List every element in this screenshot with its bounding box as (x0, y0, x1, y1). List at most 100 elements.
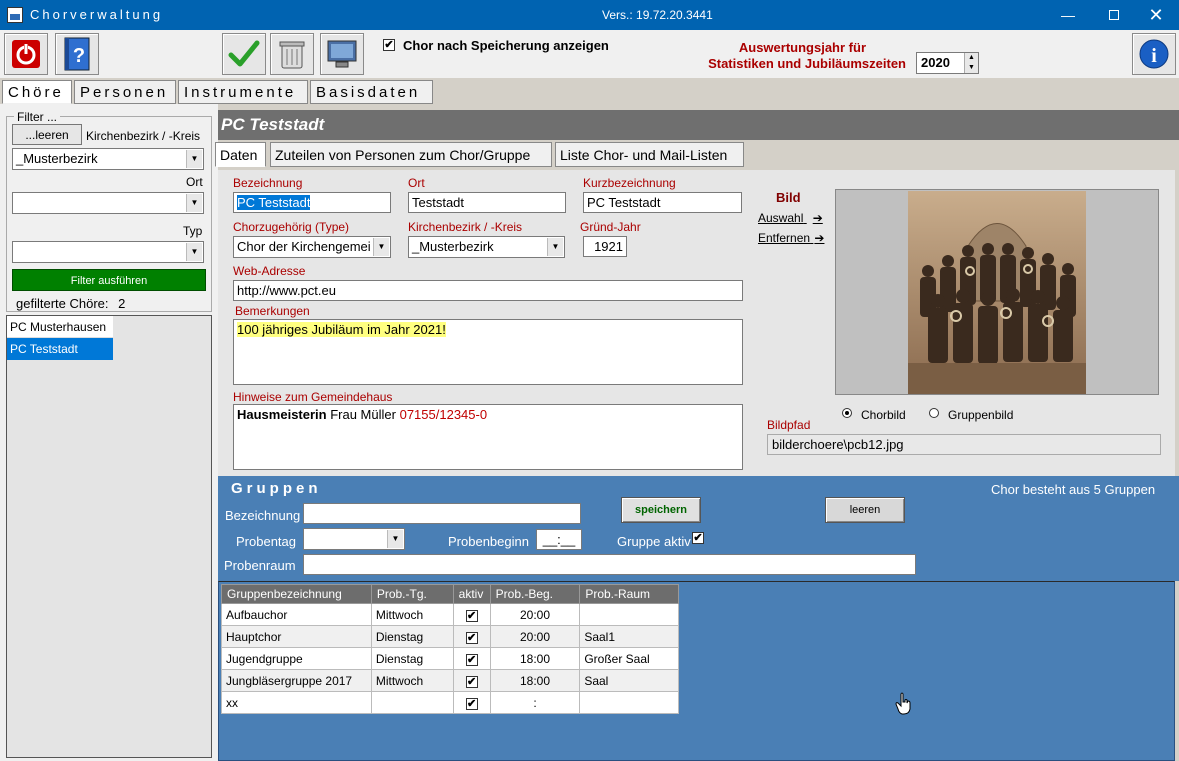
gruppe-save-button[interactable]: speichern (621, 497, 701, 523)
ort-filter-select[interactable]: ▼ (12, 192, 204, 214)
tab-basisdaten[interactable]: Basisdaten (310, 80, 433, 104)
info-button[interactable]: i (1132, 33, 1176, 75)
run-filter-button[interactable]: Filter ausführen (12, 269, 206, 291)
kirchenbezirk-filter-label: Kirchenbezirk / -Kreis (86, 129, 201, 143)
tab-zuteilen[interactable]: Zuteilen von Personen zum Chor/Gruppe (270, 142, 552, 167)
col-aktiv[interactable]: aktiv (452, 584, 491, 604)
col-probentag[interactable]: Prob.-Tg. (370, 584, 454, 604)
table-row[interactable]: Hauptchor Dienstag ✔ 20:00 Saal1 (221, 625, 679, 648)
list-item-selected[interactable]: PC Teststadt (7, 338, 113, 360)
gruppe-aktiv-checkbox[interactable]: ✔ (692, 532, 704, 544)
cell-gruppenbezeichnung[interactable]: Jugendgruppe (221, 647, 372, 670)
bemerkungen-field[interactable]: 100 jähriges Jubiläum im Jahr 2021! (233, 319, 743, 385)
chevron-down-icon: ▼ (373, 238, 389, 256)
probenbeginn-input[interactable]: __:__ (536, 529, 582, 550)
col-probenbeginn[interactable]: Prob.-Beg. (489, 584, 581, 604)
evaluation-year-spinner[interactable]: 2020 ▲ ▼ (916, 52, 979, 74)
close-icon: ✕ (1148, 4, 1164, 25)
aktiv-checkbox[interactable]: ✔ (465, 697, 478, 710)
table-row[interactable]: Aufbauchor Mittwoch ✔ 20:00 (221, 603, 679, 626)
cell-gruppenbezeichnung[interactable]: Hauptchor (221, 625, 372, 648)
bild-entfernen-text: Entfernen (758, 231, 811, 245)
cell-probenbeginn[interactable]: : (489, 691, 581, 714)
close-window-button[interactable]: ✕ (1133, 0, 1179, 30)
delete-button[interactable] (270, 33, 314, 75)
cell-probentag[interactable]: Mittwoch (370, 603, 454, 626)
spin-down-icon[interactable]: ▼ (964, 63, 978, 73)
gruppenbild-label: Gruppenbild (948, 408, 1014, 422)
col-gruppenbezeichnung[interactable]: Gruppenbezeichnung (221, 584, 372, 604)
bild-entfernen-link[interactable]: Entfernen ➔ (758, 231, 824, 245)
kurzbezeichnung-field[interactable]: PC Teststadt (583, 192, 742, 213)
help-button[interactable]: ? (55, 33, 99, 75)
gruendjahr-field[interactable]: 1921 (583, 236, 627, 257)
cell-aktiv-checkbox[interactable]: ✔ (452, 625, 491, 648)
cell-probenraum[interactable] (579, 691, 679, 714)
evaluation-year-label-line2: Statistiken und Jubiläumszeiten (708, 56, 906, 71)
maximize-button[interactable] (1091, 0, 1137, 30)
exit-button[interactable] (4, 33, 48, 75)
hinweise-field[interactable]: Hausmeisterin Frau Müller 07155/12345-0 (233, 404, 743, 470)
cell-probenraum[interactable]: Saal (579, 669, 679, 692)
cell-probentag[interactable]: Mittwoch (370, 669, 454, 692)
evaluation-year-label-line1: Auswertungsjahr für (738, 40, 866, 55)
cell-probenbeginn[interactable]: 20:00 (489, 603, 581, 626)
probenraum-input[interactable] (303, 554, 916, 575)
cell-gruppenbezeichnung[interactable]: Aufbauchor (221, 603, 372, 626)
cell-aktiv-checkbox[interactable]: ✔ (452, 669, 491, 692)
aktiv-checkbox[interactable]: ✔ (465, 609, 478, 622)
chevron-down-icon: ▼ (387, 530, 403, 548)
cell-probentag[interactable] (370, 691, 454, 714)
cell-aktiv-checkbox[interactable]: ✔ (452, 603, 491, 626)
cell-gruppenbezeichnung[interactable]: Jungbläsergruppe 2017 (221, 669, 372, 692)
cell-aktiv-checkbox[interactable]: ✔ (452, 647, 491, 670)
filter-clear-button[interactable]: ...leeren (12, 124, 82, 145)
web-field[interactable]: http://www.pct.eu (233, 280, 743, 301)
ort-field[interactable]: Teststadt (408, 192, 566, 213)
tab-choere[interactable]: Chöre (2, 80, 72, 104)
chorbild-radio[interactable] (842, 408, 852, 418)
chevron-down-icon: ▼ (186, 243, 202, 261)
cell-probenbeginn[interactable]: 18:00 (489, 647, 581, 670)
tab-instrumente[interactable]: Instrumente (178, 80, 308, 104)
cell-probenbeginn[interactable]: 18:00 (489, 669, 581, 692)
gruppe-bezeichnung-input[interactable] (303, 503, 581, 524)
gruppen-count-info: Chor besteht aus 5 Gruppen (991, 482, 1156, 497)
cell-probenraum[interactable] (579, 603, 679, 626)
gruppen-grid-panel: Gruppenbezeichnung Prob.-Tg. aktiv Prob.… (218, 581, 1175, 761)
list-item[interactable]: PC Musterhausen (7, 316, 113, 338)
tab-daten[interactable]: Daten (215, 142, 266, 167)
probentag-select[interactable]: ▼ (303, 528, 405, 550)
cell-probentag[interactable]: Dienstag (370, 625, 454, 648)
aktiv-checkbox[interactable]: ✔ (465, 631, 478, 644)
display-button[interactable] (320, 33, 364, 75)
bild-auswahl-link[interactable]: Auswahl ➔ (758, 211, 823, 225)
cell-probentag[interactable]: Dienstag (370, 647, 454, 670)
kirchenbezirk-filter-select[interactable]: _Musterbezirk ▼ (12, 148, 204, 170)
aktiv-checkbox[interactable]: ✔ (465, 675, 478, 688)
save-button[interactable] (222, 33, 266, 75)
cell-gruppenbezeichnung[interactable]: xx (221, 691, 372, 714)
bildpfad-label: Bildpfad (767, 418, 811, 432)
cell-aktiv-checkbox[interactable]: ✔ (452, 691, 491, 714)
typ-filter-select[interactable]: ▼ (12, 241, 204, 263)
table-row[interactable]: Jungbläsergruppe 2017 Mittwoch ✔ 18:00 Saal (221, 669, 679, 692)
col-probenraum[interactable]: Prob.-Raum (579, 584, 679, 604)
gruppenbild-radio[interactable] (929, 408, 939, 418)
cell-probenraum[interactable]: Saal1 (579, 625, 679, 648)
bezeichnung-field[interactable]: PC Teststadt (233, 192, 391, 213)
tab-personen[interactable]: Personen (74, 80, 176, 104)
cell-probenraum[interactable]: Großer Saal (579, 647, 679, 670)
table-row[interactable]: Jugendgruppe Dienstag ✔ 18:00 Großer Saal (221, 647, 679, 670)
chorzugehoerig-select[interactable]: Chor der Kirchengemei ▼ (233, 236, 391, 258)
show-after-save-checkbox[interactable]: ✔ (383, 39, 395, 51)
kirchenbezirk-select[interactable]: _Musterbezirk ▼ (408, 236, 565, 258)
cell-probenbeginn[interactable]: 20:00 (489, 625, 581, 648)
spin-up-icon[interactable]: ▲ (964, 53, 978, 63)
aktiv-checkbox[interactable]: ✔ (465, 653, 478, 666)
gruppe-clear-button[interactable]: leeren (825, 497, 905, 523)
table-row[interactable]: xx ✔: (221, 691, 679, 714)
minimize-button[interactable]: — (1045, 0, 1091, 30)
kirchenbezirk-label: Kirchenbezirk / -Kreis (408, 220, 523, 234)
tab-listen[interactable]: Liste Chor- und Mail-Listen (555, 142, 744, 167)
